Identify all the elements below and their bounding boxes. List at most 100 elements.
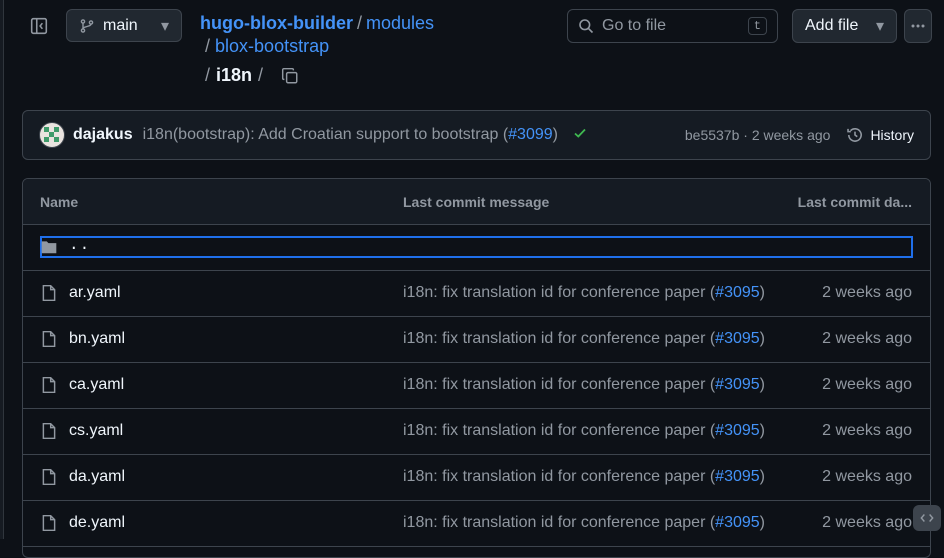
file-icon (40, 330, 58, 348)
file-commit-message[interactable]: i18n: fix translation id for conference … (403, 514, 765, 532)
code-icon (920, 514, 934, 522)
go-to-file-input[interactable]: Go to file t (567, 9, 778, 43)
file-commit-message[interactable]: i18n: fix translation id for conference … (403, 284, 765, 302)
history-button[interactable]: History (846, 126, 914, 144)
table-row[interactable]: ca.yaml i18n: fix translation id for conf… (23, 363, 930, 409)
left-edge (0, 0, 4, 539)
file-commit-message[interactable]: i18n: fix translation id for conference … (403, 330, 765, 348)
branch-name: main (103, 16, 138, 34)
breadcrumb-separator: / (258, 65, 264, 85)
breadcrumb-modules-link[interactable]: modules (366, 13, 434, 33)
file-icon (40, 422, 58, 440)
file-commit-date: 2 weeks ago (822, 514, 912, 531)
sidebar-collapse-icon (30, 17, 48, 35)
breadcrumb-blox-bootstrap-link[interactable]: blox-bootstrap (215, 36, 329, 56)
commit-author-link[interactable]: dajakus (73, 126, 133, 144)
file-icon (40, 514, 58, 532)
table-row[interactable]: bn.yaml i18n: fix translation id for conf… (23, 317, 930, 363)
file-name-link[interactable]: ca.yaml (69, 376, 124, 394)
file-commit-message-text: i18n: fix translation id for conference … (403, 422, 716, 439)
branch-selector[interactable]: main ▾ (66, 9, 182, 42)
file-icon (40, 284, 58, 302)
file-commit-message[interactable]: i18n: fix translation id for conference … (403, 468, 765, 486)
breadcrumb-current-folder: i18n (216, 65, 253, 85)
file-commit-pr-link[interactable]: #3095 (715, 514, 760, 531)
breadcrumb: hugo-blox-builder / modules (200, 10, 434, 37)
file-commit-message[interactable]: i18n: fix translation id for conference … (403, 376, 765, 394)
file-commit-pr-link[interactable]: #3095 (715, 330, 760, 347)
git-branch-icon (80, 18, 94, 33)
table-row[interactable]: ar.yaml i18n: fix translation id for conf… (23, 271, 930, 317)
breadcrumb-line-2: / blox-bootstrap (205, 36, 329, 57)
check-icon[interactable] (572, 125, 588, 146)
go-to-file-placeholder: Go to file (602, 17, 667, 34)
file-table: Name Last commit message Last commit da.… (22, 178, 931, 558)
file-name-link[interactable]: da.yaml (69, 468, 125, 486)
file-commit-date: 2 weeks ago (822, 376, 912, 393)
history-icon (847, 128, 863, 142)
file-commit-date: 2 weeks ago (822, 330, 912, 347)
copy-path-button[interactable] (281, 67, 299, 85)
file-commit-message-text: i18n: fix translation id for conference … (403, 284, 716, 301)
add-file-button[interactable]: Add file ▾ (792, 9, 897, 43)
commit-message-text: i18n(bootstrap): Add Croatian support to… (142, 126, 509, 143)
file-commit-message[interactable]: i18n: fix translation id for conference … (403, 422, 765, 440)
breadcrumb-repo-link[interactable]: hugo-blox-builder (200, 13, 353, 33)
file-commit-message-text: i18n: fix translation id for conference … (403, 330, 716, 347)
file-name-link[interactable]: de.yaml (69, 514, 125, 532)
file-commit-pr-link[interactable]: #3095 (715, 468, 760, 485)
keyboard-shortcut-hint: t (747, 17, 767, 35)
file-name-link[interactable]: bn.yaml (69, 330, 125, 348)
breadcrumb-line-3: / i18n / (205, 65, 299, 86)
latest-commit-bar: dajakus i18n(bootstrap): Add Croatian su… (22, 110, 931, 160)
chevron-down-icon: ▾ (160, 17, 169, 35)
commit-sha-time[interactable]: be5537b · 2 weeks ago (685, 127, 831, 143)
table-header: Name Last commit message Last commit da.… (23, 179, 930, 225)
file-commit-message-end: ) (759, 514, 765, 531)
focus-outline (40, 236, 913, 258)
more-options-button[interactable] (904, 9, 932, 43)
file-icon (40, 376, 58, 394)
file-name-link[interactable]: ar.yaml (69, 284, 121, 302)
table-row[interactable]: da.yaml i18n: fix translation id for conf… (23, 455, 930, 501)
file-commit-pr-link[interactable]: #3095 (715, 376, 760, 393)
file-commit-message-end: ) (759, 330, 765, 347)
history-label: History (870, 127, 914, 143)
file-commit-message-end: ) (759, 422, 765, 439)
chevron-down-icon: ▾ (875, 18, 884, 35)
file-commit-message-end: ) (759, 284, 765, 301)
commit-message-end: ) (552, 126, 558, 143)
folder-icon (40, 238, 58, 256)
file-commit-message-end: ) (759, 376, 765, 393)
table-row[interactable]: de.yaml i18n: fix translation id for conf… (23, 501, 930, 547)
file-commit-date: 2 weeks ago (822, 422, 912, 439)
file-commit-pr-link[interactable]: #3095 (715, 422, 760, 439)
search-icon (579, 19, 594, 34)
commit-pr-link[interactable]: #3099 (508, 126, 553, 143)
table-row[interactable]: cs.yaml i18n: fix translation id for conf… (23, 409, 930, 455)
file-commit-message-text: i18n: fix translation id for conference … (403, 514, 716, 531)
avatar[interactable] (39, 122, 65, 148)
breadcrumb-separator: / (205, 36, 211, 56)
breadcrumb-separator: / (205, 65, 211, 85)
parent-directory-link[interactable]: .. (69, 236, 90, 254)
file-icon (40, 468, 58, 486)
column-header-name: Name (40, 193, 79, 210)
column-header-last-commit-message: Last commit message (403, 193, 550, 210)
file-commit-message-end: ) (759, 468, 765, 485)
file-name-link[interactable]: cs.yaml (69, 422, 123, 440)
parent-directory-row[interactable]: .. (23, 225, 930, 271)
file-commit-date: 2 weeks ago (822, 468, 912, 485)
copy-icon (282, 67, 298, 83)
file-commit-date: 2 weeks ago (822, 284, 912, 301)
file-commit-pr-link[interactable]: #3095 (715, 284, 760, 301)
add-file-label: Add file (805, 17, 859, 34)
sidebar-toggle-button[interactable] (24, 11, 54, 41)
kebab-horizontal-icon (911, 24, 925, 28)
breadcrumb-separator: / (356, 13, 362, 33)
file-commit-message-text: i18n: fix translation id for conference … (403, 376, 716, 393)
column-header-last-commit-date: Last commit da... (797, 193, 912, 210)
floating-action-button[interactable] (913, 505, 941, 531)
file-commit-message-text: i18n: fix translation id for conference … (403, 468, 716, 485)
commit-message[interactable]: i18n(bootstrap): Add Croatian support to… (143, 126, 558, 144)
